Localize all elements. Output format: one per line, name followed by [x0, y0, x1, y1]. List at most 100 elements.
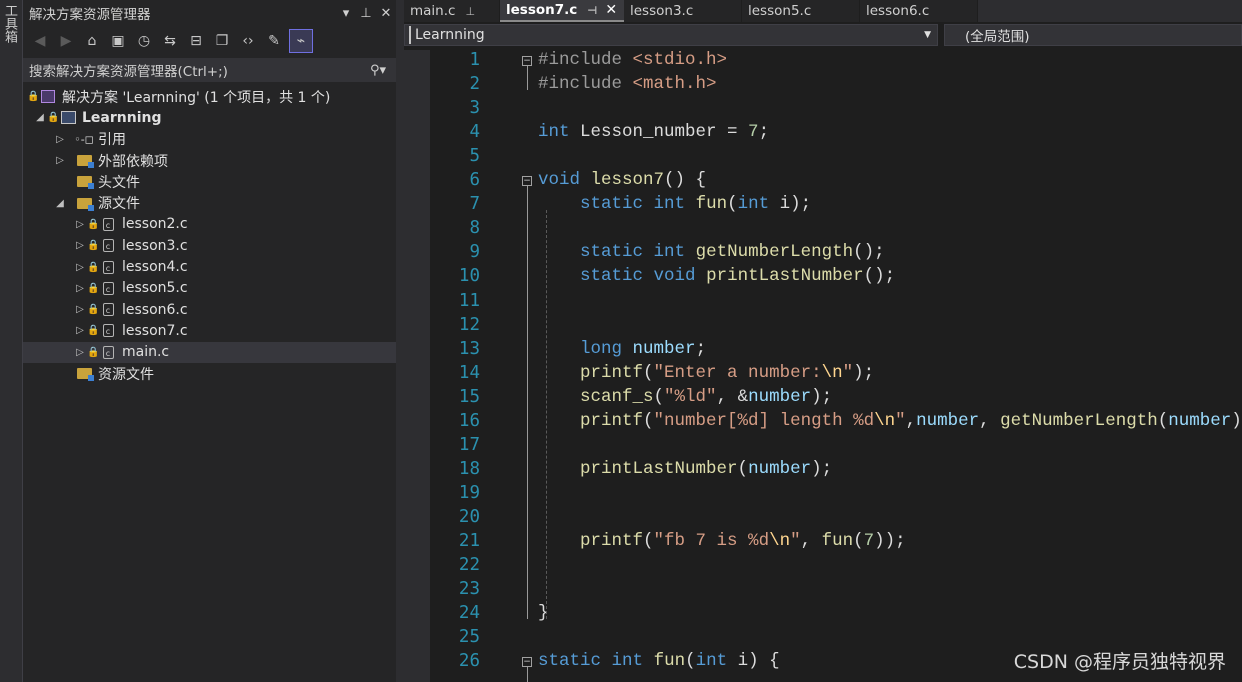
lock-icon: 🔒: [87, 261, 100, 273]
expand-arrow-icon[interactable]: ▷: [73, 219, 87, 230]
source-file-label: main.c: [122, 344, 170, 361]
project-icon: [59, 110, 77, 126]
expand-arrow-icon[interactable]: ▷: [73, 304, 87, 315]
expand-arrow-icon[interactable]: ▷: [53, 155, 67, 166]
fold-collapse-icon[interactable]: −: [522, 56, 532, 66]
tree-source-file[interactable]: ▷ 🔒 c lesson5.c: [23, 278, 396, 299]
fold-guide-line: [546, 210, 547, 620]
search-input[interactable]: 搜索解决方案资源管理器(Ctrl+;): [29, 60, 370, 80]
tab-lesson6-c[interactable]: lesson6.c: [860, 0, 978, 22]
properties-wrench-icon[interactable]: ✎: [263, 30, 285, 52]
tab-lesson7-c[interactable]: lesson7.c ⊣ ✕: [500, 0, 624, 22]
tree-source-file-selected[interactable]: ▷ 🔒 c main.c: [23, 341, 396, 363]
collapse-all-icon[interactable]: ⊟: [185, 30, 207, 52]
pending-changes-filter-icon[interactable]: ◷: [133, 30, 155, 52]
line-number: 13: [458, 338, 480, 359]
tree-source-file[interactable]: ▷ 🔒 c lesson2.c: [23, 214, 396, 235]
collapse-arrow-icon[interactable]: ◢: [33, 112, 47, 123]
view-code-icon[interactable]: ‹›: [237, 30, 259, 52]
fold-guide-line: [527, 186, 528, 620]
fold-collapse-icon[interactable]: −: [522, 176, 532, 187]
expand-arrow-icon[interactable]: ▷: [73, 283, 87, 294]
source-file-label: lesson5.c: [122, 280, 188, 297]
source-file-label: lesson7.c: [122, 322, 188, 339]
pin-icon[interactable]: ⊥: [356, 6, 376, 21]
tree-resources-folder[interactable]: 资源文件: [23, 363, 396, 384]
back-icon[interactable]: ◀: [29, 30, 51, 52]
window-options-dropdown-icon[interactable]: ▾: [336, 6, 356, 21]
collapse-arrow-icon[interactable]: ◢: [53, 198, 67, 209]
tree-external-deps[interactable]: ▷ 外部依赖项: [23, 150, 396, 171]
line-number: 23: [458, 579, 480, 600]
code-line[interactable]: static int fun(int i);: [538, 194, 811, 214]
home-icon[interactable]: ⌂: [81, 30, 103, 52]
forward-icon[interactable]: ▶: [55, 30, 77, 52]
pin-icon[interactable]: ⊥: [465, 5, 475, 18]
lock-icon: 🔒: [87, 304, 100, 316]
document-tabs: main.c ⊥ lesson7.c ⊣ ✕ lesson3.c lesson5…: [404, 0, 1242, 22]
project-label: Learnning: [82, 109, 162, 126]
code-line[interactable]: static int getNumberLength();: [538, 242, 885, 262]
tree-source-file[interactable]: ▷ 🔒 c lesson4.c: [23, 256, 396, 277]
expand-arrow-icon[interactable]: ▷: [53, 134, 67, 145]
line-number: 6: [469, 170, 480, 191]
panel-splitter[interactable]: [396, 0, 404, 682]
scope-dropdown-value: (全局范围): [965, 29, 1030, 45]
project-dropdown[interactable]: Learnning ▼: [404, 24, 938, 46]
scope-dropdown[interactable]: (全局范围): [944, 24, 1242, 46]
chevron-down-icon[interactable]: ▼: [924, 30, 931, 40]
references-icon: ◦-◻: [74, 132, 94, 146]
show-all-files-icon[interactable]: ❐: [211, 30, 233, 52]
close-icon[interactable]: ✕: [605, 2, 617, 18]
c-file-icon: c: [99, 344, 117, 360]
tab-lesson3-c[interactable]: lesson3.c: [624, 0, 742, 22]
code-line[interactable]: static void printLastNumber();: [538, 266, 895, 286]
tab-label: main.c: [410, 3, 456, 19]
toolbox-label[interactable]: 工具箱: [1, 4, 19, 43]
tree-source-file[interactable]: ▷ 🔒 c lesson7.c: [23, 320, 396, 341]
code-line[interactable]: #include <math.h>: [538, 74, 717, 94]
code-line[interactable]: scanf_s("%ld", &number);: [538, 387, 832, 407]
switch-views-icon[interactable]: ▣: [107, 30, 129, 52]
close-icon[interactable]: ✕: [376, 6, 396, 21]
solution-explorer-search[interactable]: 搜索解决方案资源管理器(Ctrl+;) ⚲▾: [23, 58, 396, 82]
code-line[interactable]: printf("Enter a number:\n");: [538, 363, 874, 383]
tree-source-file[interactable]: ▷ 🔒 c lesson3.c: [23, 235, 396, 256]
code-line[interactable]: printf("number[%d] length %d\n",number, …: [538, 411, 1242, 431]
solution-icon: [39, 89, 57, 105]
expand-arrow-icon[interactable]: ▷: [73, 347, 87, 358]
code-line[interactable]: printLastNumber(number);: [538, 459, 832, 479]
expand-arrow-icon[interactable]: ▷: [73, 262, 87, 273]
sync-active-document-icon[interactable]: ⇆: [159, 30, 181, 52]
pin-icon[interactable]: ⊣: [587, 4, 597, 17]
resources-label: 资源文件: [98, 366, 154, 383]
code-line[interactable]: static int fun(int i) {: [538, 651, 780, 671]
tree-headers-folder[interactable]: 头文件: [23, 171, 396, 192]
tree-solution[interactable]: 🔒 解决方案 'Learnning' (1 个项目，共 1 个): [23, 86, 396, 107]
tab-main-c[interactable]: main.c ⊥: [404, 0, 500, 22]
search-icon[interactable]: ⚲▾: [370, 63, 396, 78]
c-file-icon: c: [99, 259, 117, 275]
expand-arrow-icon[interactable]: ▷: [73, 325, 87, 336]
preview-selected-items-icon[interactable]: ⌁: [289, 29, 313, 53]
tab-lesson5-c[interactable]: lesson5.c: [742, 0, 860, 22]
solution-explorer: 解决方案资源管理器 ▾ ⊥ ✕ ◀ ▶ ⌂ ▣ ◷ ⇆ ⊟ ❐ ‹› ✎ ⌁ 搜…: [23, 0, 396, 682]
code-line[interactable]: long number;: [538, 339, 706, 359]
code-line[interactable]: void lesson7() {: [538, 170, 706, 190]
line-number: 18: [458, 458, 480, 479]
toolbox-strip[interactable]: 工具箱: [0, 0, 23, 682]
solution-label: 解决方案 'Learnning' (1 个项目，共 1 个): [62, 89, 331, 106]
source-file-label: lesson6.c: [122, 301, 188, 318]
tree-sources-folder[interactable]: ◢ 源文件: [23, 192, 396, 213]
code-line[interactable]: printf("fb 7 is %d\n", fun(7));: [538, 531, 906, 551]
expand-arrow-icon[interactable]: ▷: [73, 240, 87, 251]
tree-project[interactable]: ◢ 🔒 Learnning: [23, 107, 396, 128]
code-line[interactable]: int Lesson_number = 7;: [538, 122, 769, 142]
editor-margin[interactable]: [404, 50, 430, 682]
tree-source-file[interactable]: ▷ 🔒 c lesson6.c: [23, 299, 396, 320]
tree-references[interactable]: ▷ ◦-◻ 引用: [23, 129, 396, 150]
fold-collapse-icon[interactable]: −: [522, 657, 532, 668]
line-number: 26: [458, 651, 480, 672]
code-line[interactable]: #include <stdio.h>: [538, 50, 727, 70]
code-area[interactable]: 1 #include <stdio.h> −2 #include <math.h> 3 4…: [430, 50, 1242, 682]
